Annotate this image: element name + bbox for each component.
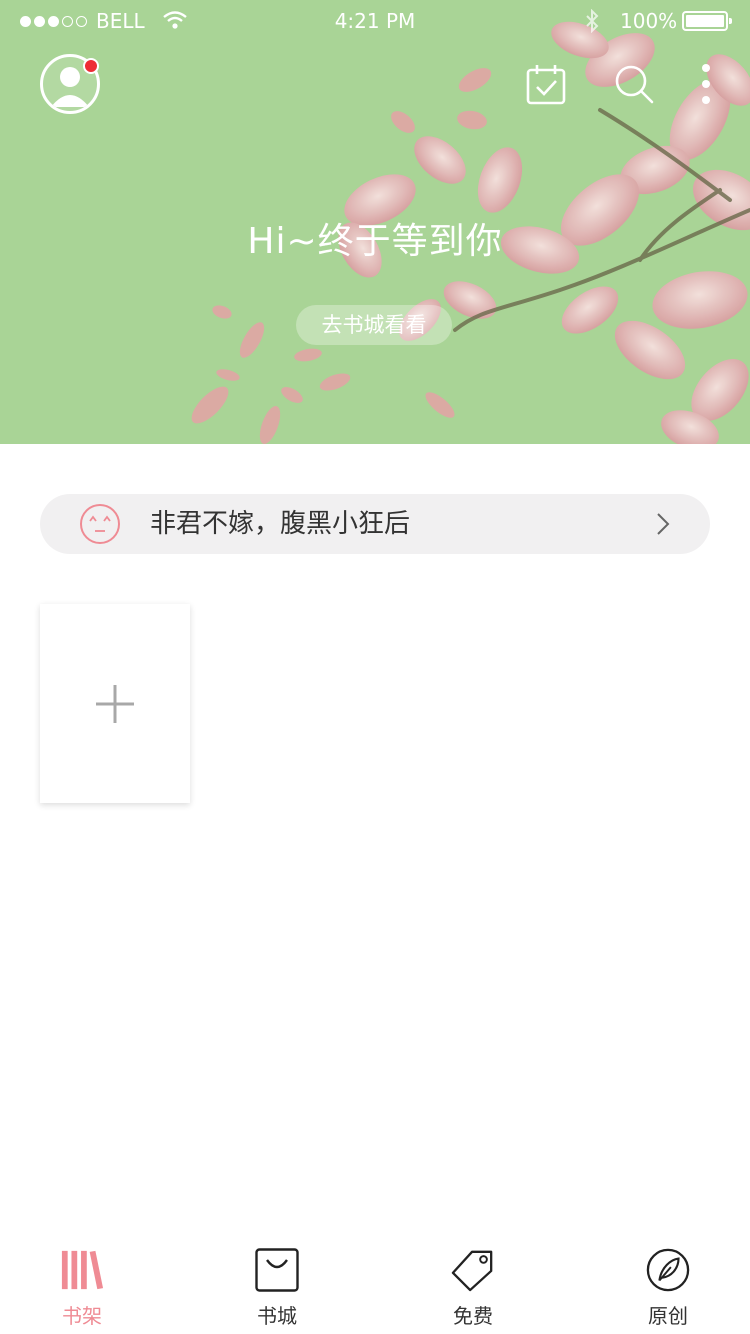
hero-title: Hi~终于等到你: [247, 221, 503, 262]
tag-icon: [451, 1247, 495, 1293]
bottom-tab-bar: 书架 书城 免费 原创: [0, 1240, 750, 1334]
chevron-right-icon: [657, 513, 670, 535]
add-book-button[interactable]: [40, 604, 190, 803]
go-to-store-button[interactable]: 去书城看看: [296, 305, 452, 345]
tab-original[interactable]: 原创: [608, 1240, 728, 1334]
search-button[interactable]: [612, 62, 656, 106]
notification-badge: [83, 58, 99, 74]
tab-free[interactable]: 免费: [413, 1240, 533, 1334]
recommendation-banner[interactable]: 非君不嫁，腹黑小狂后: [40, 494, 710, 554]
status-bar: BELL 4:21 PM 100%: [0, 0, 750, 40]
tab-label: 书架: [62, 1304, 102, 1328]
hero-banner: BELL 4:21 PM 100% Hi~终于等到你 去书城看看: [0, 0, 750, 444]
smiley-face-icon: [80, 504, 120, 544]
search-icon: [615, 65, 654, 104]
shopping-bag-icon: [255, 1247, 299, 1293]
battery-icon: [682, 11, 732, 31]
calendar-check-icon: [526, 65, 566, 105]
bookshelf-icon: [60, 1247, 104, 1293]
more-vertical-icon: [702, 64, 710, 104]
tab-bookshelf[interactable]: 书架: [22, 1240, 142, 1334]
tab-label: 免费: [453, 1304, 493, 1328]
battery-percentage: 100%: [620, 9, 678, 33]
tab-label: 原创: [648, 1304, 688, 1328]
plus-icon: [96, 684, 134, 723]
checkin-button[interactable]: [524, 62, 568, 106]
more-button[interactable]: [684, 62, 728, 106]
tab-bookstore[interactable]: 书城: [217, 1240, 337, 1334]
leaf-circle-icon: [646, 1247, 690, 1293]
banner-text: 非君不嫁，腹黑小狂后: [150, 509, 411, 539]
tab-label: 书城: [257, 1304, 297, 1328]
bluetooth-icon: [584, 8, 600, 39]
